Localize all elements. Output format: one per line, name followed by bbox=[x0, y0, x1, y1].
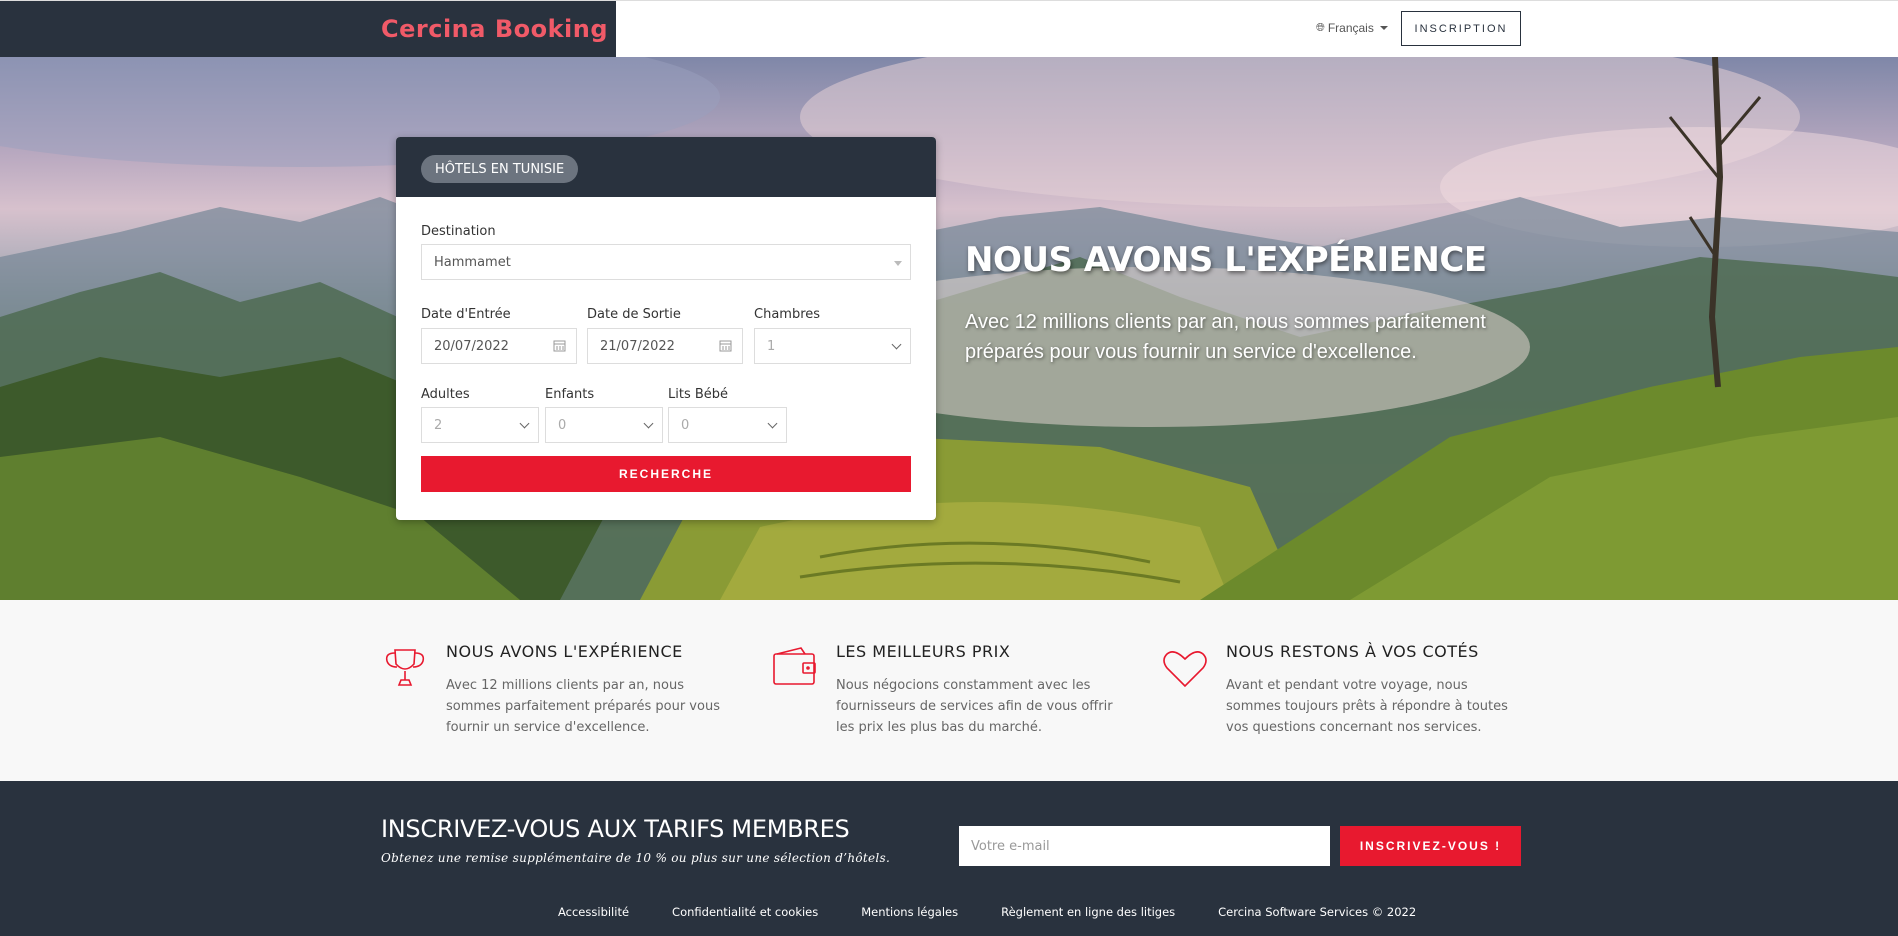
hotel-search-form: HÔTELS EN TUNISIE Destination Hammamet D… bbox=[396, 137, 936, 520]
destination-value: Hammamet bbox=[434, 254, 511, 270]
footer-link-disputes[interactable]: Règlement en ligne des litiges bbox=[1001, 905, 1175, 919]
newsletter-footer: INSCRIVEZ-VOUS AUX TARIFS MEMBRES Obtene… bbox=[0, 781, 1898, 936]
adults-select[interactable]: 2 bbox=[421, 407, 539, 443]
caret-down-icon bbox=[1379, 26, 1388, 30]
footer-copyright: Cercina Software Services © 2022 bbox=[1218, 905, 1417, 919]
feature-title: LES MEILLEURS PRIX bbox=[836, 642, 1011, 661]
heart-icon bbox=[1163, 651, 1207, 688]
landscape-background bbox=[0, 57, 1898, 600]
dropdown-arrow-icon bbox=[894, 261, 902, 266]
language-selector[interactable]: 🌐︎ Français bbox=[1316, 21, 1388, 35]
destination-label: Destination bbox=[421, 224, 496, 239]
chevron-down-icon bbox=[643, 418, 654, 429]
calendar-icon bbox=[719, 340, 732, 352]
rooms-label: Chambres bbox=[754, 307, 821, 322]
hero-subtitle: Avec 12 millions clients par an, nous so… bbox=[965, 311, 1486, 363]
calendar-icon bbox=[553, 340, 566, 352]
feature-title: NOUS AVONS L'EXPÉRIENCE bbox=[446, 642, 683, 661]
adults-value: 2 bbox=[434, 417, 443, 433]
footer-link-privacy[interactable]: Confidentialité et cookies bbox=[672, 905, 818, 919]
cribs-select[interactable]: 0 bbox=[668, 407, 787, 443]
search-card-header: HÔTELS EN TUNISIE bbox=[396, 137, 936, 197]
tab-hotels-tunisia[interactable]: HÔTELS EN TUNISIE bbox=[421, 155, 579, 183]
features-section: NOUS AVONS L'EXPÉRIENCE Avec 12 millions… bbox=[0, 600, 1898, 781]
newsletter-title: INSCRIVEZ-VOUS AUX TARIFS MEMBRES bbox=[381, 815, 850, 843]
adults-label: Adultes bbox=[421, 387, 470, 402]
wallet-icon bbox=[773, 647, 816, 685]
newsletter-subtitle: Obtenez une remise supplémentaire de 10 … bbox=[381, 851, 891, 865]
cribs-label: Lits Bébé bbox=[668, 387, 729, 402]
globe-icon: 🌐︎ bbox=[1316, 21, 1325, 34]
rooms-value: 1 bbox=[767, 338, 776, 354]
rooms-select[interactable]: 1 bbox=[754, 328, 911, 364]
feature-title: NOUS RESTONS À VOS COTÉS bbox=[1226, 642, 1479, 661]
newsletter-subscribe-button[interactable]: INSCRIVEZ-VOUS ! bbox=[1340, 826, 1521, 866]
feature-text: Nous négocions constamment avec les four… bbox=[836, 678, 1113, 735]
top-navbar: Cercina Booking 🌐︎ Français INSCRIPTION bbox=[0, 0, 1898, 58]
checkin-value: 20/07/2022 bbox=[434, 338, 509, 354]
trophy-icon bbox=[385, 649, 425, 686]
language-label: Français bbox=[1327, 21, 1374, 35]
feature-text: Avant et pendant votre voyage, nous somm… bbox=[1226, 678, 1508, 735]
cribs-value: 0 bbox=[681, 417, 690, 433]
feature-text: Avec 12 millions clients par an, nous so… bbox=[446, 678, 720, 735]
destination-select[interactable]: Hammamet bbox=[421, 244, 911, 280]
footer-links: Accessibilité Confidentialité et cookies… bbox=[558, 905, 1416, 919]
children-select[interactable]: 0 bbox=[545, 407, 663, 443]
checkout-label: Date de Sortie bbox=[587, 307, 681, 322]
hero-banner: NOUS AVONS L'EXPÉRIENCE Avec 12 millions… bbox=[0, 57, 1898, 600]
checkin-date-input[interactable]: 20/07/2022 bbox=[421, 328, 577, 364]
footer-link-accessibility[interactable]: Accessibilité bbox=[558, 905, 629, 919]
signup-button[interactable]: INSCRIPTION bbox=[1401, 11, 1521, 46]
search-button[interactable]: RECHERCHE bbox=[421, 456, 911, 492]
checkout-value: 21/07/2022 bbox=[600, 338, 675, 354]
brand-logo[interactable]: Cercina Booking bbox=[381, 15, 608, 43]
chevron-down-icon bbox=[767, 418, 778, 429]
checkout-date-input[interactable]: 21/07/2022 bbox=[587, 328, 743, 364]
footer-link-legal[interactable]: Mentions légales bbox=[861, 905, 958, 919]
chevron-down-icon bbox=[891, 339, 902, 350]
children-value: 0 bbox=[558, 417, 567, 433]
children-label: Enfants bbox=[545, 387, 595, 402]
email-input[interactable]: Votre e-mail bbox=[959, 826, 1330, 866]
chevron-down-icon bbox=[519, 418, 530, 429]
hero-title: NOUS AVONS L'EXPÉRIENCE bbox=[965, 240, 1487, 280]
checkin-label: Date d'Entrée bbox=[421, 307, 511, 322]
